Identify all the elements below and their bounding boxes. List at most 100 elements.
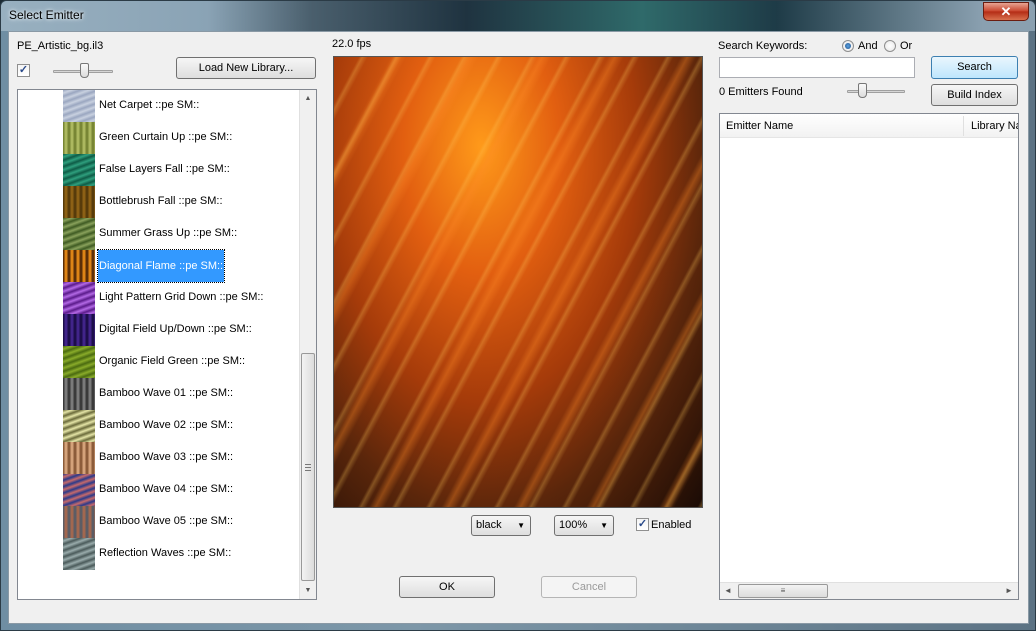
list-item[interactable]: Bamboo Wave 01 ::pe SM:: [18, 378, 300, 410]
list-item[interactable]: Reflection Waves ::pe SM:: [18, 538, 300, 570]
fps-readout: 22.0 fps [332, 38, 372, 50]
close-icon: ✕ [1000, 4, 1012, 19]
or-label: Or [900, 40, 913, 52]
emitter-thumbnail [63, 250, 95, 282]
scroll-grip-icon [305, 464, 311, 465]
list-item[interactable]: Bamboo Wave 04 ::pe SM:: [18, 474, 300, 506]
list-item[interactable]: Digital Field Up/Down ::pe SM:: [18, 314, 300, 346]
emitter-thumbnail [63, 378, 95, 410]
title-bar[interactable]: Select Emitter ✕ [1, 1, 1035, 31]
scroll-up-icon: ▲ [304, 95, 312, 102]
scroll-right-button[interactable]: ► [1001, 583, 1017, 599]
zoom-select[interactable]: 100% ▼ [554, 515, 614, 536]
results-slider-thumb[interactable] [858, 83, 867, 98]
background-color-value: black [476, 519, 502, 531]
list-item[interactable]: False Layers Fall ::pe SM:: [18, 154, 300, 186]
emitter-thumbnail [63, 186, 95, 218]
emitter-thumbnail [63, 282, 95, 314]
check-icon: ✓ [637, 518, 648, 530]
list-item[interactable]: Net Carpet ::pe SM:: [18, 90, 300, 122]
emitter-thumbnail [63, 474, 95, 506]
list-item[interactable]: Bamboo Wave 02 ::pe SM:: [18, 410, 300, 442]
emitter-label: Diagonal Flame ::pe SM:: [96, 249, 226, 283]
library-name: PE_Artistic_bg.il3 [17, 40, 104, 52]
emitter-thumbnail [63, 154, 95, 186]
select-emitter-window: Select Emitter ✕ PE_Artistic_bg.il3 ✓ Lo… [0, 0, 1036, 631]
emitter-thumbnail [63, 90, 95, 122]
column-divider[interactable] [963, 116, 964, 136]
scroll-grip-icon [305, 470, 311, 471]
emitter-label: Bamboo Wave 03 ::pe SM:: [99, 451, 234, 463]
emitter-label: Bottlebrush Fall ::pe SM:: [99, 195, 223, 207]
list-item[interactable]: Organic Field Green ::pe SM:: [18, 346, 300, 378]
emitter-label: Summer Grass Up ::pe SM:: [99, 227, 238, 239]
emitter-label: Digital Field Up/Down ::pe SM:: [99, 323, 252, 335]
emitter-label: Organic Field Green ::pe SM:: [99, 355, 246, 367]
emitter-label: False Layers Fall ::pe SM:: [99, 163, 230, 175]
list-item[interactable]: Summer Grass Up ::pe SM:: [18, 218, 300, 250]
emitter-thumbnail [63, 218, 95, 250]
load-new-library-button[interactable]: Load New Library... [176, 57, 316, 79]
search-keywords-input[interactable] [719, 57, 915, 78]
scroll-left-icon: ◄ [724, 586, 732, 595]
column-library-name[interactable]: Library Na [971, 120, 1018, 132]
dropdown-arrow-icon: ▼ [600, 521, 608, 530]
ok-button[interactable]: OK [399, 576, 495, 598]
thumbnail-size-slider-thumb[interactable] [80, 63, 89, 78]
emitters-found-count: 0 Emitters Found [719, 86, 803, 98]
emitter-thumbnail [63, 314, 95, 346]
scroll-grip-icon [305, 467, 311, 468]
list-item[interactable]: Green Curtain Up ::pe SM:: [18, 122, 300, 154]
column-emitter-name[interactable]: Emitter Name [726, 120, 793, 132]
scroll-left-button[interactable]: ◄ [720, 583, 736, 599]
search-button[interactable]: Search [931, 56, 1018, 79]
scroll-down-button[interactable]: ▼ [300, 582, 316, 599]
and-radio[interactable] [842, 40, 854, 52]
window-title: Select Emitter [9, 8, 84, 22]
emitter-label: Green Curtain Up ::pe SM:: [99, 131, 233, 143]
scroll-right-icon: ► [1005, 586, 1013, 595]
build-index-button[interactable]: Build Index [931, 84, 1018, 106]
results-scroll-thumb[interactable]: ≡ [738, 584, 828, 598]
scroll-up-button[interactable]: ▲ [300, 90, 316, 107]
background-color-select[interactable]: black ▼ [471, 515, 531, 536]
scroll-down-icon: ▼ [304, 587, 312, 594]
emitter-label: Bamboo Wave 01 ::pe SM:: [99, 387, 234, 399]
emitter-thumbnail [63, 442, 95, 474]
emitter-list-scroll-thumb[interactable] [301, 353, 315, 581]
list-item[interactable]: Bottlebrush Fall ::pe SM:: [18, 186, 300, 218]
check-icon: ✓ [18, 64, 29, 76]
list-item[interactable]: Diagonal Flame ::pe SM:: [18, 249, 300, 283]
cancel-button[interactable]: Cancel [541, 576, 637, 598]
results-table-header: Emitter Name Library Na [720, 114, 1018, 138]
scroll-grip-icon: ≡ [780, 586, 786, 595]
or-radio[interactable] [884, 40, 896, 52]
emitter-label: Bamboo Wave 04 ::pe SM:: [99, 483, 234, 495]
library-enable-checkbox[interactable]: ✓ [17, 64, 30, 77]
emitter-label: Reflection Waves ::pe SM:: [99, 547, 232, 559]
emitter-thumbnail [63, 122, 95, 154]
results-horizontal-scrollbar[interactable]: ◄ ≡ ► [720, 582, 1018, 599]
emitter-preview [333, 56, 703, 508]
enabled-label: Enabled [651, 519, 692, 531]
enabled-checkbox[interactable]: ✓ [636, 518, 649, 531]
emitter-list[interactable]: Net Carpet ::pe SM:: Green Curtain Up ::p… [17, 89, 317, 600]
emitter-list-vertical-scrollbar[interactable]: ▲ ▼ [299, 90, 316, 599]
emitter-label: Net Carpet ::pe SM:: [99, 99, 200, 111]
dropdown-arrow-icon: ▼ [517, 521, 525, 530]
emitter-label: Bamboo Wave 05 ::pe SM:: [99, 515, 234, 527]
emitter-thumbnail [63, 346, 95, 378]
emitter-label: Light Pattern Grid Down ::pe SM:: [99, 291, 264, 303]
emitter-thumbnail [63, 538, 95, 570]
results-slider-track[interactable] [847, 90, 905, 93]
and-label: And [858, 40, 878, 52]
emitter-thumbnail [63, 410, 95, 442]
close-button[interactable]: ✕ [983, 2, 1029, 21]
dialog-client-area: PE_Artistic_bg.il3 ✓ Load New Library...… [8, 31, 1029, 624]
search-results-table[interactable]: Emitter Name Library Na ◄ ≡ ► [719, 113, 1019, 600]
search-keywords-label: Search Keywords: [718, 40, 808, 52]
emitter-thumbnail [63, 506, 95, 538]
list-item[interactable]: Bamboo Wave 03 ::pe SM:: [18, 442, 300, 474]
list-item[interactable]: Bamboo Wave 05 ::pe SM:: [18, 506, 300, 538]
list-item[interactable]: Light Pattern Grid Down ::pe SM:: [18, 282, 300, 314]
